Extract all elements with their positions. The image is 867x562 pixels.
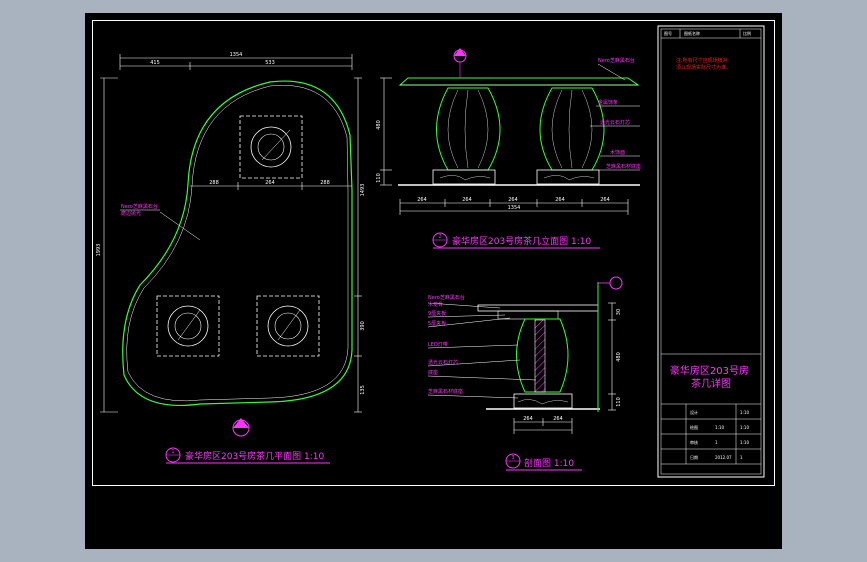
elev-callout-4: 木饰面 [610,149,625,156]
sect-dim-side-3: 110 [616,397,622,407]
elevation-pedestal-right [536,87,605,185]
base-square-left [156,295,220,357]
plan-dim-right-3: 135 [360,385,366,395]
elev-dim-total: 1354 [508,205,521,211]
sect-callout-8: 芝麻黑石材底座 [428,388,463,395]
sect-callout-6: 透光云石灯芯 [428,359,458,366]
base-square-right [256,295,320,357]
title-block: 图号 图纸名称 比例 注:所有尺寸应现场核对 须以现场实际尺寸为准。 豪华房区2… [657,25,765,478]
tb-header-2: 图纸名称 [684,30,700,36]
tb-header-1: 图号 [664,30,672,36]
elevation-pedestal-left [432,87,501,185]
plan-title-block: 1 豪华房区203号房茶几平面图 1:10 [165,447,330,464]
sect-dim-side-2: 480 [616,352,622,362]
sect-callout-7: 底座 [428,369,438,376]
section-marker-top [453,48,467,78]
section-view-number: 3 [511,455,514,461]
plan-view: 1354 415 533 288 264 288 1993 1493 390 1… [96,52,366,464]
sect-dim-2: 264 [553,416,563,422]
elev-dim-side-1: 480 [376,120,382,130]
plan-view-title: 豪华房区203号房茶几平面图 1:10 [185,450,325,462]
sect-callout-5: LED灯带 [428,341,448,348]
elevation-view-number: 2 [438,234,441,240]
elevation-view-title: 豪华房区203号房茶几立面图 1:10 [452,235,592,247]
elev-callout-1: Nero芝麻黑石台 [598,57,635,64]
plan-material-note-line2: 磨边抛光 [121,210,141,217]
north-arrow [232,418,250,437]
plan-dim-right: 533 [265,60,275,66]
tabletop-outline [122,80,353,406]
tb-note-line2: 须以现场实际尺寸为准。 [676,64,731,71]
sect-callout-2: 木龙骨 [428,301,443,308]
tb-cell: 1:10 [740,410,749,415]
sect-dim-1: 264 [523,416,533,422]
plan-dim-mid-1: 288 [209,180,219,186]
elevation-view: 264 264 264 264 264 1354 480 110 Nero芝麻黑… [376,48,641,249]
tb-cell: 1:10 [740,440,749,445]
plan-view-number: 1 [171,449,174,455]
plan-dim-right-1: 1493 [360,184,366,197]
tb-project-title-line1: 豪华房区203号房 [670,364,749,377]
title-block-rows: 设计 1:10 绘图 1:10 1:10 审核 1 1:10 日期 2012.07 1 [661,404,761,465]
sect-callout-4: 5厘夹板 [428,320,446,327]
elev-dim-side-2: 110 [376,173,382,183]
section-view: 264 264 30 480 110 Nero芝麻黑石台 木龙骨 9厘夹板 5厘… [427,276,623,471]
plan-dim-left: 415 [150,60,160,66]
plan-dim-mid-2: 264 [265,180,275,186]
tb-cell: 1 [740,455,743,460]
section-title-block: 3 剖面图 1:10 [505,453,582,471]
sect-callout-1: Nero芝麻黑石台 [428,294,465,301]
sect-callout-3: 9厘夹板 [428,310,446,317]
elev-callout-2: 金属饰条 [598,99,618,106]
tb-cell: 设计 [690,409,698,415]
elevation-title-block: 2 豪华房区203号房茶几立面图 1:10 [432,232,600,249]
elev-dim-5: 264 [600,197,610,203]
tb-note-line1: 注:所有尺寸应现场核对 [676,57,728,64]
elev-dim-1: 264 [417,197,427,203]
plan-dim-height: 1993 [96,244,102,257]
plan-dim-mid-3: 288 [320,180,330,186]
elev-dim-4: 264 [555,197,565,203]
tb-cell: 绘图 [690,424,698,430]
tb-cell: 1:10 [715,425,724,430]
tb-cell: 2012.07 [715,455,732,460]
tb-note: 注:所有尺寸应现场核对 须以现场实际尺寸为准。 [676,57,731,71]
elev-callout-3: 透光云石灯芯 [600,119,630,126]
tb-cell: 1 [715,440,718,445]
tb-cell: 审核 [690,439,698,445]
cad-drawing: 1354 415 533 288 264 288 1993 1493 390 1… [96,25,765,478]
section-marker-right [598,276,623,290]
tb-project-title-line2: 茶几详图 [691,377,731,390]
sect-dim-side-1: 30 [616,309,622,315]
tb-cell: 日期 [690,454,698,460]
plan-dim-total: 1354 [230,52,243,58]
elev-dim-3: 264 [508,197,518,203]
plan-dim-right-2: 390 [360,321,366,331]
tb-project-title: 豪华房区203号房 茶几详图 [670,364,752,390]
plan-material-note-line1: Nero芝麻黑石台 [121,203,158,210]
section-view-title: 剖面图 1:10 [524,457,574,469]
elev-dim-2: 264 [462,197,472,203]
tb-cell: 1:10 [740,425,749,430]
tb-header-3: 比例 [743,30,751,36]
base-square-top [239,115,303,179]
tabletop-inner-outline [126,85,349,402]
elev-callout-5: 芝麻黑石材底座 [606,163,641,170]
